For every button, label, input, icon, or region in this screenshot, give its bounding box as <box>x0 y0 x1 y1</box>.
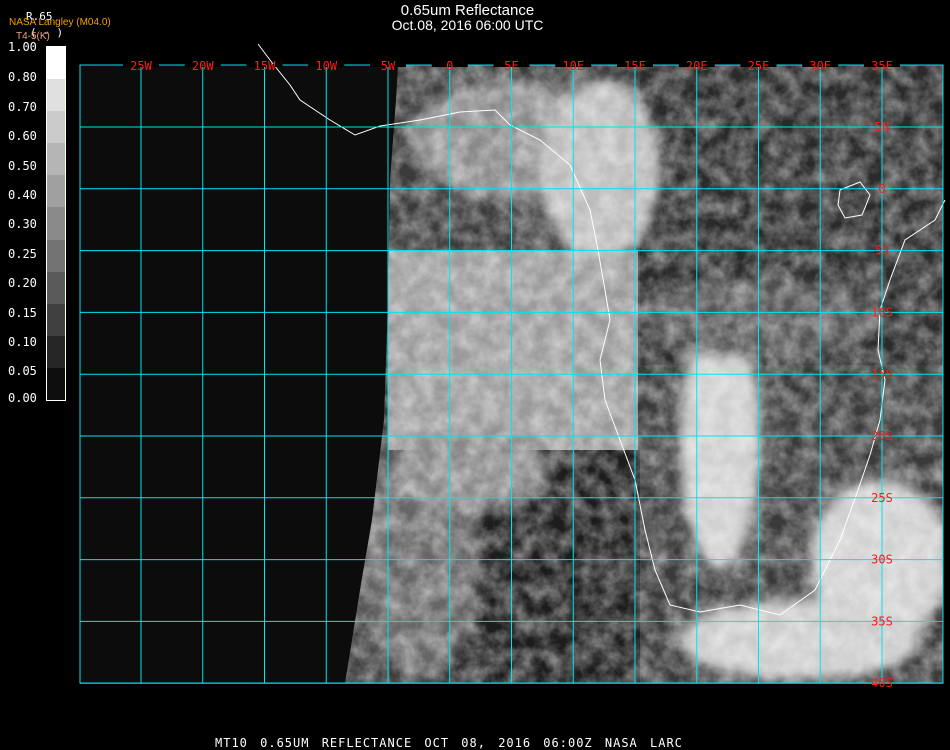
colorbar-band <box>47 271 65 304</box>
latitude-label: 0 <box>878 182 885 196</box>
map-datetime: Oct.08, 2016 06:00 UTC <box>391 17 544 33</box>
longitude-label: 15E <box>624 59 646 73</box>
colorbar-band <box>47 303 65 336</box>
colorbar <box>46 46 66 401</box>
longitude-label: 10E <box>562 59 584 73</box>
longitude-label: 10W <box>315 59 337 73</box>
colorbar-band <box>47 367 65 401</box>
satellite-map: 25W 20W 15W 10W 5W 0 5E 10E 15E 20E 25E 30E 35E 5N 0 5S… <box>79 43 946 690</box>
colorbar-band <box>47 47 65 80</box>
latitude-label: 25S <box>871 491 893 505</box>
latitude-label: 20S <box>871 429 893 443</box>
longitude-label: 15W <box>254 59 276 73</box>
longitude-label: 25E <box>748 59 770 73</box>
colorbar-label: 0.70 <box>8 99 37 114</box>
longitude-label: 5W <box>381 59 396 73</box>
latitude-label: 5N <box>875 120 889 134</box>
footer-caption: MT10 0.65UM REFLECTANCE OCT 08, 2016 06:… <box>215 736 683 750</box>
colorbar-band <box>47 143 65 176</box>
latitude-label: 10S <box>871 305 893 319</box>
colorbar-band <box>47 239 65 272</box>
colorbar-label: 0.20 <box>8 276 37 291</box>
colorbar-label: 0.25 <box>8 246 37 261</box>
longitude-label: 5E <box>504 59 518 73</box>
longitude-label: 20W <box>192 59 214 73</box>
colorbar-band <box>47 111 65 144</box>
colorbar-band <box>47 79 65 112</box>
colorbar-label: 1.00 <box>8 40 37 54</box>
colorbar-label: 0.50 <box>8 158 37 173</box>
colorbar-label: 0.10 <box>8 335 37 349</box>
colorbar-label: 0.30 <box>8 217 37 232</box>
longitude-label: 35E <box>871 59 893 73</box>
longitude-label: 0 <box>446 59 453 73</box>
colorbar-label: 0.80 <box>8 70 37 85</box>
colorbar-label: 0.05 <box>8 364 37 379</box>
colorbar-label: 0.15 <box>8 305 37 320</box>
colorbar-label: 0.40 <box>8 188 37 202</box>
longitude-label: 25W <box>130 59 152 73</box>
latitude-label: 40S <box>871 676 893 690</box>
latitude-label: 15S <box>871 367 893 381</box>
colorbar-band <box>47 175 65 208</box>
latitude-label: 35S <box>871 614 893 628</box>
colorbar-label: 0.60 <box>8 129 37 144</box>
longitude-label: 20E <box>686 59 708 73</box>
colorbar-label: 0.00 <box>8 391 37 405</box>
longitude-label: 30E <box>809 59 831 73</box>
latitude-label: 30S <box>871 553 893 567</box>
colorbar-band <box>47 207 65 240</box>
colorbar-band <box>47 335 65 368</box>
latitude-label: 5S <box>875 244 889 258</box>
